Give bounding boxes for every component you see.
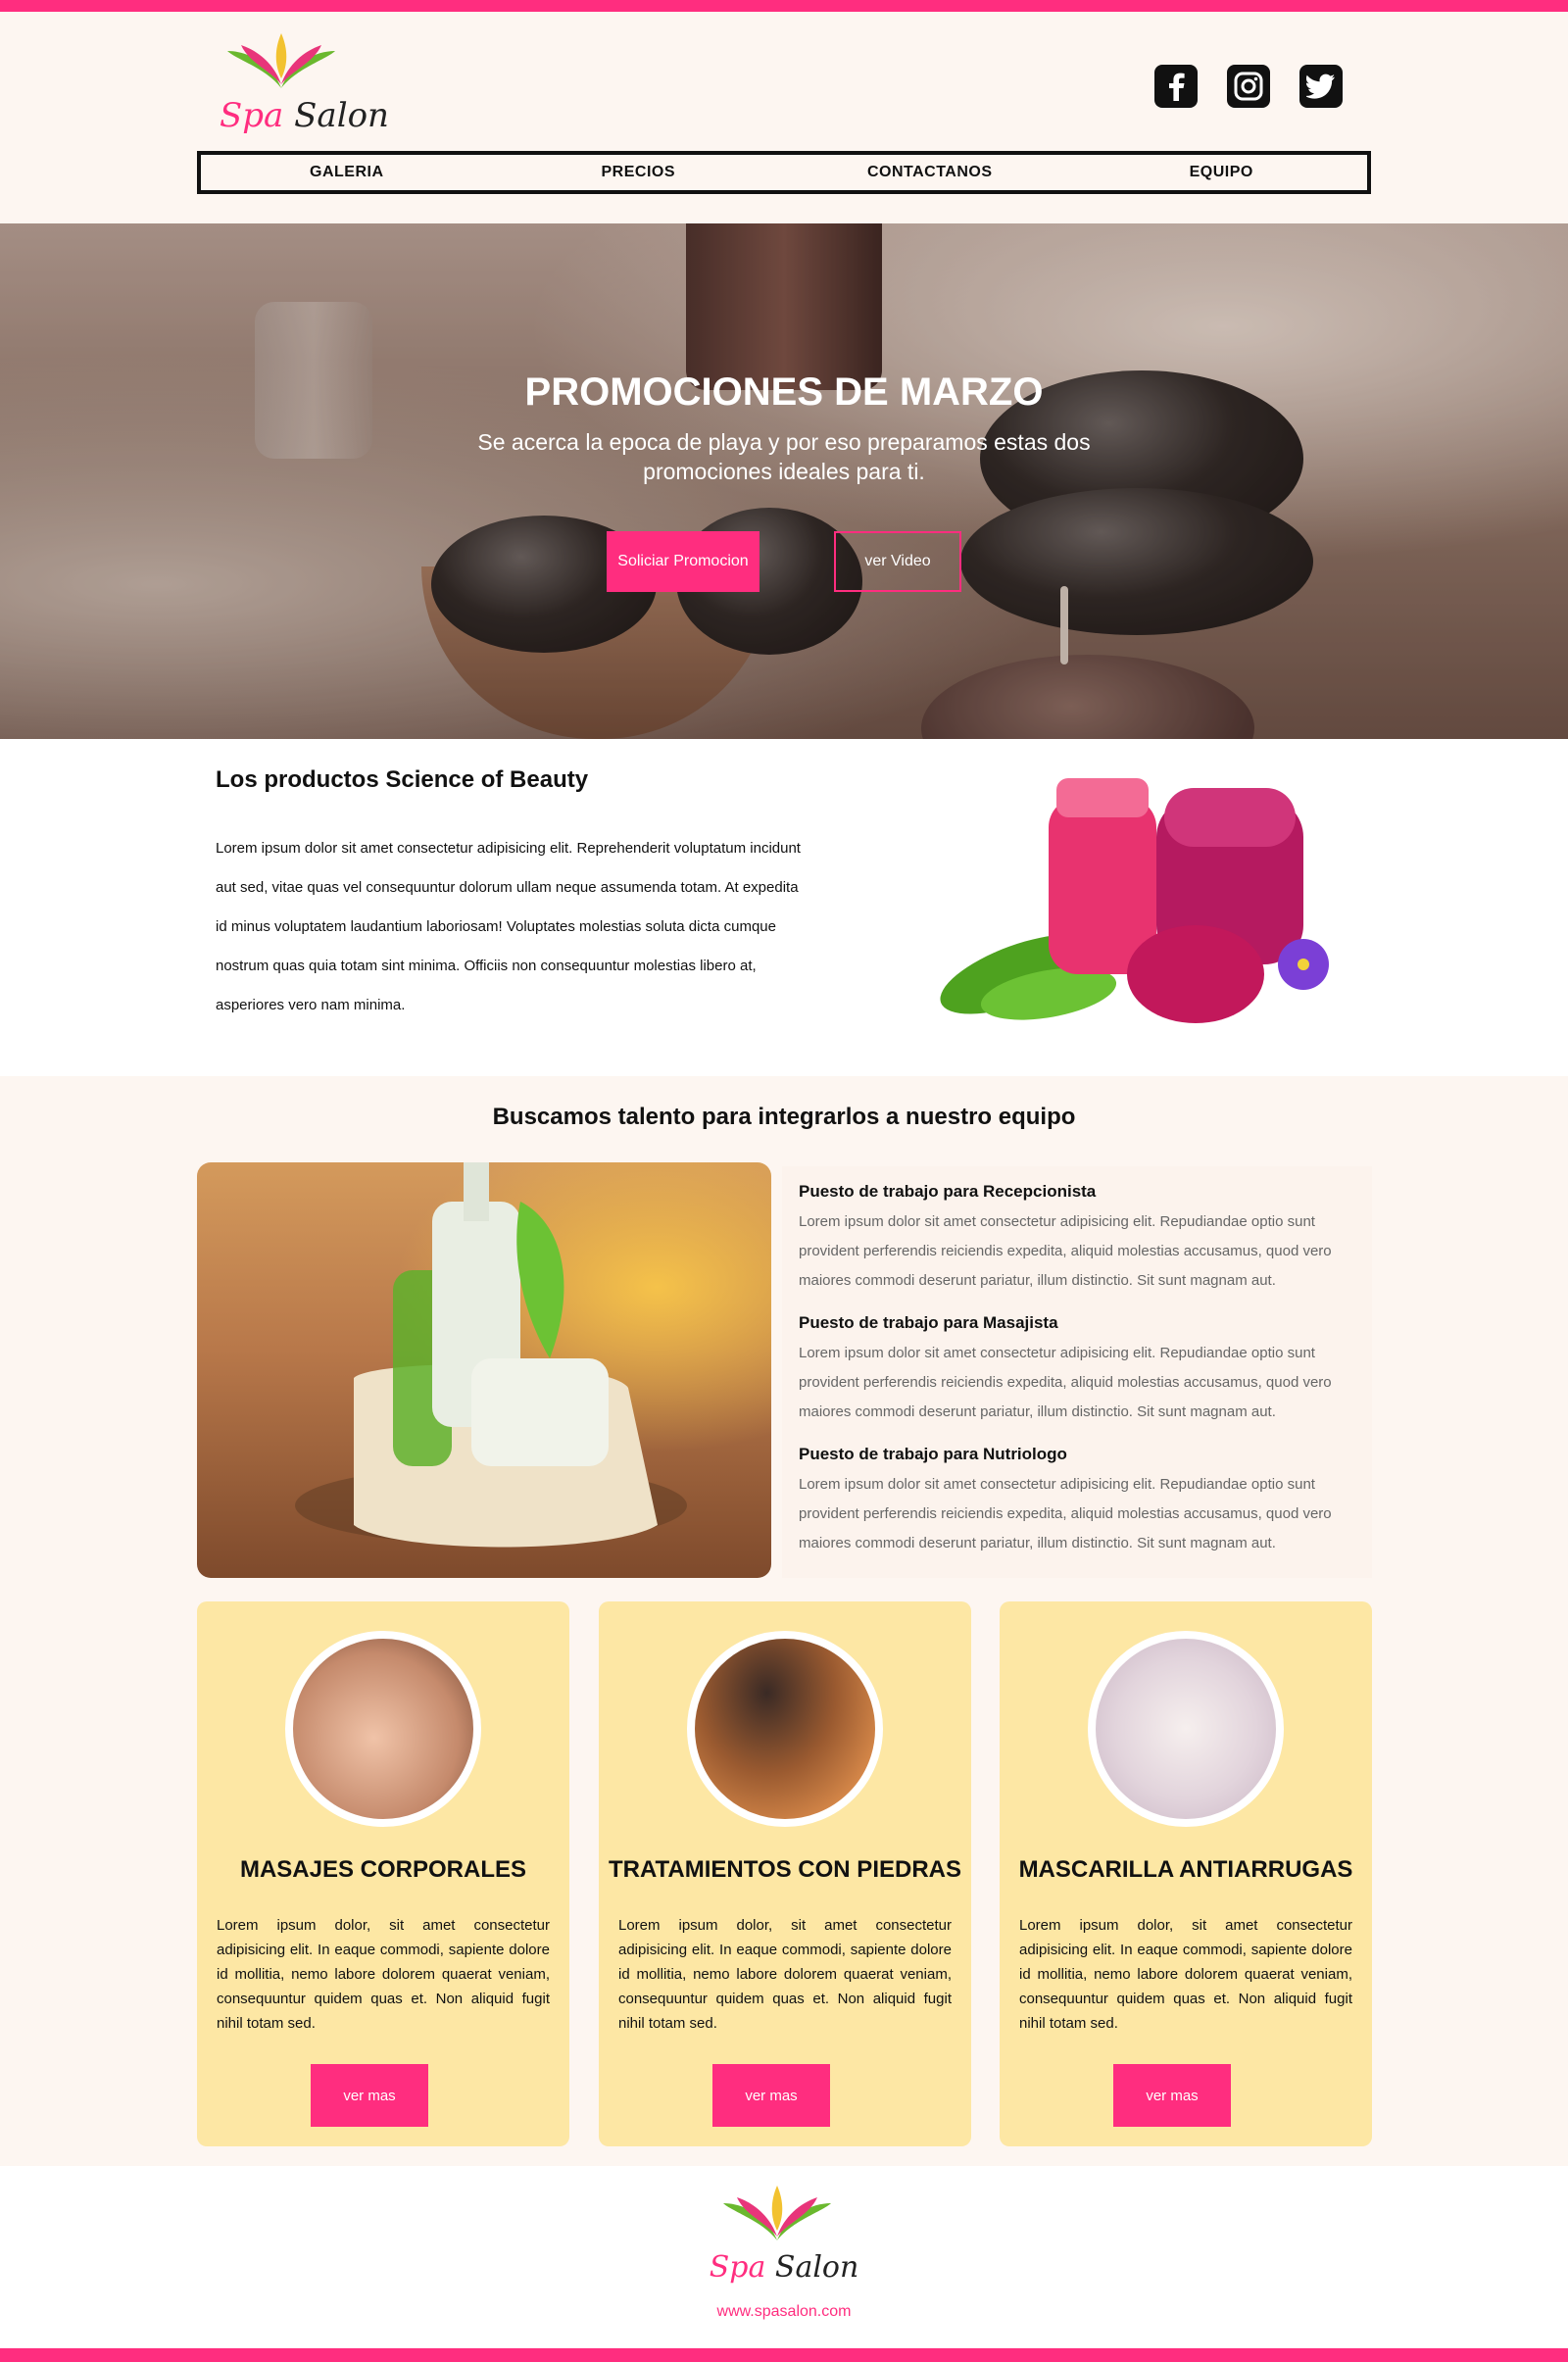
facebook-icon [1169,73,1185,101]
hero-banner: PROMOCIONES DE MARZO Se acerca la epoca … [0,223,1568,739]
service-card-stones: TRATAMIENTOS CON PIEDRAS Lorem ipsum dol… [599,1601,971,2146]
job-description: Lorem ipsum dolor sit amet consectetur a… [799,1345,1332,1420]
service-card-massage: MASAJES CORPORALES Lorem ipsum dolor, si… [197,1601,569,2146]
hero-title: PROMOCIONES DE MARZO [524,370,1044,414]
nav-item-galeria[interactable]: GALERIA [201,155,493,190]
service-description: Lorem ipsum dolor, sit amet consectetur … [1019,1917,1352,2032]
nav-item-precios[interactable]: PRECIOS [493,155,785,190]
facebook-link[interactable] [1154,65,1198,108]
see-more-button[interactable]: ver mas [311,2064,428,2127]
products-title: Los productos Science of Beauty [216,766,589,793]
footer-wordmark: Spa Salon [709,2250,859,2285]
stone-therapy-photo [687,1631,883,1827]
service-description: Lorem ipsum dolor, sit amet consectetur … [217,1917,550,2032]
footer: Spa Salon www.spasalon.com [0,2166,1568,2348]
service-title: TRATAMIENTOS CON PIEDRAS [608,1856,961,1883]
nav-item-contactanos[interactable]: CONTACTANOS [784,155,1076,190]
job-item: Puesto de trabajo para Masajista Lorem i… [799,1313,1372,1427]
job-title: Puesto de trabajo para Masajista [799,1313,1058,1332]
site-logo[interactable]: Spa Salon [196,22,389,139]
twitter-icon [1306,74,1335,99]
talent-title: Buscamos talento para integrarlos a nues… [492,1104,1076,1130]
service-description: Lorem ipsum dolor, sit amet consectetur … [618,1917,952,2032]
instagram-icon [1234,72,1263,101]
job-item: Puesto de trabajo para Recepcionista Lor… [799,1182,1372,1296]
job-title: Puesto de trabajo para Recepcionista [799,1182,1097,1201]
products-section: Los productos Science of Beauty Lorem ip… [0,739,1568,1076]
bottom-accent-bar [0,2348,1568,2362]
brand-wordmark: Spa Salon [220,96,389,135]
nav-item-equipo[interactable]: EQUIPO [1076,155,1368,190]
top-accent-bar [0,0,1568,12]
lotus-icon [723,2186,831,2240]
see-more-button[interactable]: ver mas [712,2064,830,2127]
request-promo-button[interactable]: Soliciar Promocion [607,531,760,592]
face-mask-photo [1088,1631,1284,1827]
lotus-icon [227,33,335,88]
products-description: Lorem ipsum dolor sit amet consectetur a… [216,840,801,1013]
twitter-link[interactable] [1299,65,1343,108]
service-title: MASCARILLA ANTIARRUGAS [1018,1856,1353,1883]
instagram-link[interactable] [1227,65,1270,108]
cosmetics-image [940,778,1329,1023]
see-more-button[interactable]: ver mas [1113,2064,1231,2127]
service-card-mask: MASCARILLA ANTIARRUGAS Lorem ipsum dolor… [1000,1601,1372,2146]
job-list: Puesto de trabajo para Recepcionista Lor… [782,1166,1372,1578]
service-title: MASAJES CORPORALES [239,1856,527,1883]
job-description: Lorem ipsum dolor sit amet consectetur a… [799,1476,1332,1551]
job-item: Puesto de trabajo para Nutriologo Lorem … [799,1445,1372,1558]
massage-photo [285,1631,481,1827]
watch-video-button[interactable]: ver Video [834,531,961,592]
footer-website-link[interactable]: www.spasalon.com [0,2303,1568,2321]
hero-subtitle: Se acerca la epoca de playa y por eso pr… [477,429,1091,484]
spa-products-photo [197,1162,771,1578]
job-description: Lorem ipsum dolor sit amet consectetur a… [799,1213,1332,1289]
job-title: Puesto de trabajo para Nutriologo [799,1445,1067,1463]
main-nav: GALERIA PRECIOS CONTACTANOS EQUIPO [197,151,1371,194]
